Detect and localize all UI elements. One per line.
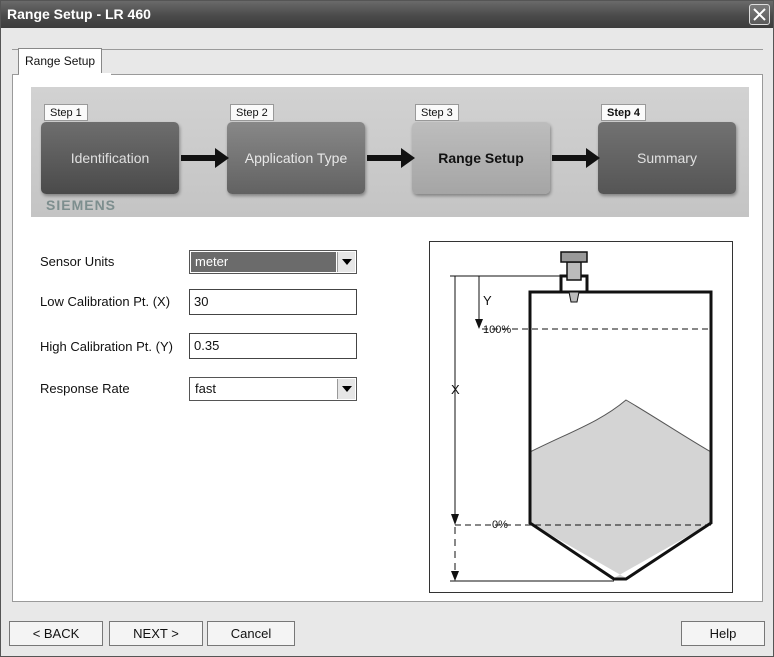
- dialog-window: Range Setup - LR 460 Range Setup Step 1 …: [0, 0, 774, 657]
- sensor-units-select[interactable]: meter: [189, 250, 357, 274]
- low-calibration-label: Low Calibration Pt. (X): [40, 294, 171, 309]
- sensor-units-value: meter: [191, 252, 336, 272]
- step-4-tag: Step 4: [601, 104, 647, 121]
- y-dimension-label: Y: [483, 293, 492, 308]
- response-rate-value: fast: [195, 381, 216, 396]
- high-calibration-field[interactable]: 0.35: [189, 333, 357, 359]
- arrow-right-icon: [181, 148, 229, 168]
- step-1-identification[interactable]: Identification: [41, 122, 179, 194]
- back-button[interactable]: < BACK: [9, 621, 103, 646]
- step-3-tag: Step 3: [415, 104, 459, 121]
- response-rate-label: Response Rate: [40, 381, 130, 396]
- level-0-label: 0%: [492, 519, 508, 531]
- x-dimension-label: X: [451, 382, 460, 397]
- tab-strip: [12, 49, 763, 50]
- close-icon: [753, 8, 766, 21]
- arrow-right-icon: [367, 148, 415, 168]
- brand-logo: SIEMENS: [46, 197, 117, 213]
- tab-range-setup[interactable]: Range Setup: [18, 48, 103, 74]
- window-title: Range Setup - LR 460: [7, 6, 151, 22]
- title-bar: Range Setup - LR 460: [1, 1, 773, 28]
- tank-diagram: Y 100% X 0%: [429, 241, 733, 593]
- next-button[interactable]: NEXT >: [109, 621, 203, 646]
- dropdown-button[interactable]: [337, 252, 355, 272]
- step-2-application-type[interactable]: Application Type: [227, 122, 365, 194]
- sensor-units-label: Sensor Units: [40, 254, 115, 269]
- step-2-tag: Step 2: [230, 104, 274, 121]
- step-1-tag: Step 1: [44, 104, 88, 121]
- level-100-label: 100%: [483, 324, 512, 336]
- response-rate-select[interactable]: fast: [189, 377, 357, 401]
- high-calibration-label: High Calibration Pt. (Y): [40, 339, 173, 354]
- step-4-summary[interactable]: Summary: [598, 122, 736, 194]
- help-button[interactable]: Help: [681, 621, 765, 646]
- chevron-down-icon: [342, 386, 352, 392]
- dropdown-button[interactable]: [337, 379, 355, 399]
- chevron-down-icon: [342, 259, 352, 265]
- arrow-right-icon: [552, 148, 600, 168]
- tank-illustration: [450, 251, 713, 582]
- low-calibration-field[interactable]: 30: [189, 289, 357, 315]
- step-3-range-setup[interactable]: Range Setup: [412, 122, 550, 194]
- cancel-button[interactable]: Cancel: [207, 621, 295, 646]
- close-button[interactable]: [749, 4, 770, 25]
